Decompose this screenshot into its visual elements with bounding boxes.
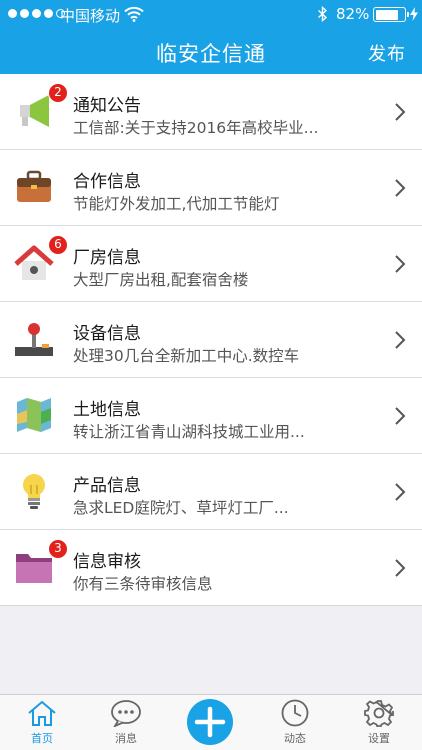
header: 中国移动 82% 临安企信通 发布	[0, 0, 422, 74]
item-subtitle: 工信部:关于支持2016年高校毕业...	[73, 119, 319, 137]
chevron-right-icon	[395, 483, 406, 501]
tab-home[interactable]: 首页	[12, 699, 72, 746]
item-subtitle: 转让浙江省青山湖科技城工业用...	[73, 423, 305, 441]
notification-badge: 2	[48, 83, 68, 103]
map-icon	[17, 398, 51, 432]
battery-percentage: 82%	[336, 5, 370, 23]
item-title: 产品信息	[73, 476, 141, 496]
tab-messages[interactable]: 消息	[96, 699, 156, 746]
chevron-right-icon	[395, 331, 406, 349]
charging-icon	[410, 7, 418, 21]
battery-icon	[373, 7, 409, 22]
item-title: 合作信息	[73, 172, 141, 192]
list-item-factory[interactable]: 6 厂房信息 大型厂房出租,配套宿舍楼	[0, 226, 422, 302]
list-item-product[interactable]: 产品信息 急求LED庭院灯、草坪灯工厂...	[0, 454, 422, 530]
gear-icon	[364, 700, 394, 727]
item-title: 信息审核	[73, 552, 141, 572]
status-bar: 中国移动 82%	[0, 0, 422, 30]
page-title: 临安企信通	[156, 42, 266, 66]
tab-activity[interactable]: 动态	[265, 699, 325, 746]
list-item-cooperation[interactable]: 合作信息 节能灯外发加工,代加工节能灯	[0, 150, 422, 226]
wifi-icon	[124, 6, 144, 22]
tab-settings[interactable]: 设置	[349, 699, 409, 746]
lightbulb-icon	[23, 474, 45, 509]
chevron-right-icon	[395, 103, 406, 121]
add-button[interactable]	[187, 699, 233, 745]
tab-label: 消息	[115, 732, 137, 745]
notification-badge: 6	[48, 235, 68, 255]
tab-label: 动态	[284, 732, 306, 745]
item-subtitle: 急求LED庭院灯、草坪灯工厂...	[73, 499, 289, 517]
publish-button[interactable]: 发布	[368, 40, 406, 66]
clock-icon	[281, 699, 309, 727]
item-title: 土地信息	[73, 400, 141, 420]
tab-label: 首页	[31, 732, 53, 745]
item-subtitle: 你有三条待审核信息	[73, 575, 213, 593]
home-icon	[28, 700, 56, 726]
item-subtitle: 节能灯外发加工,代加工节能灯	[73, 195, 280, 213]
joystick-icon	[15, 323, 53, 356]
carrier-label: 中国移动	[60, 7, 121, 25]
chevron-right-icon	[395, 559, 406, 577]
bluetooth-icon	[318, 6, 328, 22]
list-item-equipment[interactable]: 设备信息 处理30几台全新加工中心.数控车	[0, 302, 422, 378]
item-subtitle: 大型厂房出租,配套宿舍楼	[73, 271, 249, 289]
signal-strength-icon	[8, 9, 65, 18]
item-title: 通知公告	[73, 96, 141, 116]
notification-badge: 3	[48, 539, 68, 559]
item-title: 设备信息	[73, 324, 141, 344]
chevron-right-icon	[395, 179, 406, 197]
category-list: 2 通知公告 工信部:关于支持2016年高校毕业... 合作信息 节能灯外发加工…	[0, 74, 422, 606]
item-title: 厂房信息	[73, 248, 141, 268]
plus-icon	[194, 706, 226, 738]
chat-bubble-icon	[111, 700, 141, 727]
list-item-review[interactable]: 3 信息审核 你有三条待审核信息	[0, 530, 422, 606]
list-item-notice[interactable]: 2 通知公告 工信部:关于支持2016年高校毕业...	[0, 74, 422, 150]
briefcase-icon	[17, 170, 51, 202]
item-subtitle: 处理30几台全新加工中心.数控车	[73, 347, 300, 365]
chevron-right-icon	[395, 407, 406, 425]
tab-label: 设置	[368, 732, 390, 745]
chevron-right-icon	[395, 255, 406, 273]
list-item-land[interactable]: 土地信息 转让浙江省青山湖科技城工业用...	[0, 378, 422, 454]
